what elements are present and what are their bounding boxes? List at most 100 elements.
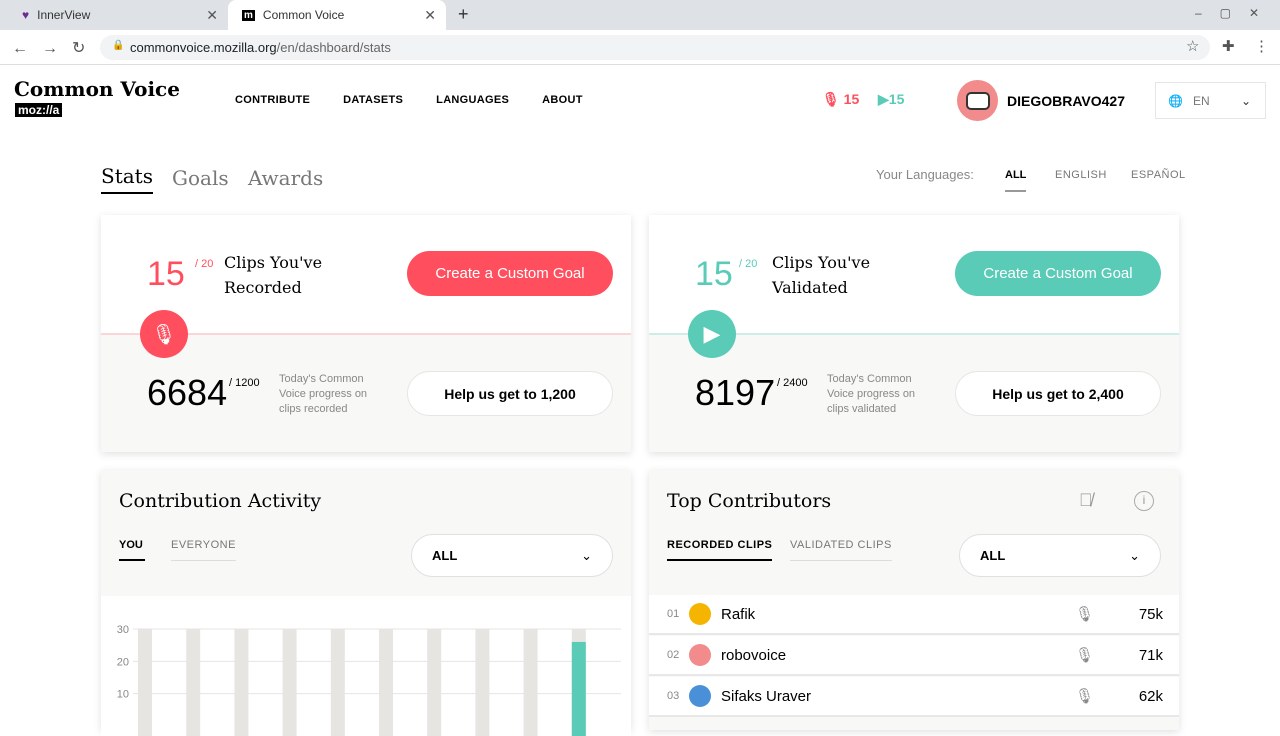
select-value: ALL <box>980 548 1006 563</box>
mic-icon: 🎙 <box>1074 688 1094 705</box>
validated-count: ▶15 <box>878 91 904 108</box>
tab-innerview[interactable]: ♥ InnerView ✕ <box>8 0 228 30</box>
contributor-row[interactable]: 01 Rafik 🎙 75k <box>649 595 1179 635</box>
extensions-icon[interactable]: ✚ <box>1222 37 1235 55</box>
y-tick-label: 10 <box>117 689 129 701</box>
info-icon[interactable]: i <box>1134 491 1154 511</box>
create-goal-button[interactable]: Create a Custom Goal <box>407 251 613 296</box>
avatar <box>689 644 711 666</box>
activity-title: Contribution Activity <box>119 490 322 512</box>
select-value: ALL <box>432 548 458 563</box>
bar <box>571 641 586 736</box>
language-select[interactable]: 🌐 EN ⌄ <box>1155 82 1266 119</box>
tab-everyone[interactable]: EVERYONE <box>171 539 236 561</box>
y-tick-label: 30 <box>117 624 129 636</box>
activity-card: Contribution Activity YOU EVERYONE ALL ⌄ … <box>101 470 631 736</box>
avatar <box>689 685 711 707</box>
rank: 03 <box>667 690 680 702</box>
activity-select[interactable]: ALL ⌄ <box>411 534 613 577</box>
mic-icon: 🎙 <box>1074 647 1094 664</box>
play-icon[interactable]: ▶ <box>688 310 736 358</box>
recorded-count-value: 15 <box>843 91 860 107</box>
validated-personal-goal: / 20 <box>739 258 758 270</box>
nav-buttons[interactable]: ←→↻ <box>12 38 99 58</box>
contributor-count: 71k <box>1138 646 1163 664</box>
contributor-name: Rafik <box>721 605 756 623</box>
label-line: Validated <box>772 278 848 297</box>
url-host: commonvoice.mozilla.org <box>130 40 277 55</box>
mozilla-icon: m <box>242 9 255 21</box>
menu-icon[interactable]: ⋮ <box>1254 37 1269 55</box>
tab-goals[interactable]: Goals <box>172 166 229 190</box>
tab-recorded-clips[interactable]: RECORDED CLIPS <box>667 539 773 561</box>
contributor-name: robovoice <box>721 646 787 664</box>
recorded-today-goal: / 1200 <box>229 377 260 389</box>
nav-contribute[interactable]: CONTRIBUTE <box>235 94 310 106</box>
validated-today-count: 8197 <box>695 372 776 413</box>
help-button[interactable]: Help us get to 2,400 <box>955 371 1161 416</box>
validated-label: Clips You've Validated <box>772 250 870 300</box>
avatar[interactable] <box>957 80 998 121</box>
logo[interactable]: Common Voice <box>14 77 180 101</box>
tab-label: Common Voice <box>262 8 345 22</box>
validated-desc: Today's Common Voice progress on clips v… <box>827 373 916 415</box>
language-english[interactable]: ENGLISH <box>1055 169 1107 181</box>
tab-awards[interactable]: Awards <box>248 166 323 190</box>
languages-label: Your Languages: <box>876 167 974 182</box>
chevron-down-icon: ⌄ <box>1240 93 1251 108</box>
language-espanol[interactable]: ESPAÑOL <box>1131 169 1186 181</box>
tab-validated-clips[interactable]: VALIDATED CLIPS <box>790 539 892 561</box>
tab-you[interactable]: YOU <box>119 539 145 561</box>
contributor-row[interactable]: 03 Sifaks Uraver 🎙 62k <box>649 677 1179 717</box>
tab-label: InnerView <box>37 8 91 22</box>
mic-icon: 🎙 <box>822 91 840 107</box>
innerview-icon: ♥ <box>22 8 30 22</box>
help-button[interactable]: Help us get to 1,200 <box>407 371 613 416</box>
nav-languages[interactable]: LANGUAGES <box>436 94 509 106</box>
close-icon[interactable]: ✕ <box>424 7 436 24</box>
label-line: Clips You've <box>224 253 323 272</box>
nav-datasets[interactable]: DATASETS <box>343 94 403 106</box>
lock-icon: 🔒 <box>112 40 125 51</box>
mic-icon[interactable]: 🎙 <box>140 310 188 358</box>
label-line: Recorded <box>224 278 302 297</box>
new-tab-icon[interactable]: + <box>458 4 469 25</box>
contributor-row[interactable]: 02 robovoice 🎙 71k <box>649 636 1179 676</box>
username[interactable]: DIEGOBRAVO427 <box>1007 93 1125 109</box>
play-icon: ▶ <box>878 91 889 107</box>
language-value: EN <box>1192 93 1210 108</box>
hide-icon[interactable]: 👁̸ <box>1079 490 1093 511</box>
recorded-personal-count: 15 <box>147 255 185 293</box>
tab-common-voice[interactable]: m Common Voice ✕ <box>228 0 446 30</box>
chevron-down-icon: ⌄ <box>1129 547 1140 563</box>
window-controls[interactable]: –▢✕ <box>1195 6 1277 20</box>
avatar <box>689 603 711 625</box>
url-input[interactable]: commonvoice.mozilla.org/en/dashboard/sta… <box>100 35 1210 60</box>
globe-icon: 🌐 <box>1168 93 1183 108</box>
recorded-card: 15 / 20 Clips You've Recorded Create a Cu… <box>101 215 631 452</box>
nav-about[interactable]: ABOUT <box>542 94 583 106</box>
recorded-label: Clips You've Recorded <box>224 250 322 300</box>
recorded-personal-goal: / 20 <box>195 258 214 270</box>
recorded-today-count: 6684 <box>147 372 228 413</box>
url-path: /en/dashboard/stats <box>276 40 391 55</box>
mozilla-logo[interactable]: moz://a <box>15 103 63 117</box>
validated-count-value: 15 <box>888 91 905 107</box>
recorded-count: 🎙 15 <box>822 91 859 108</box>
rank: 02 <box>667 649 680 661</box>
y-tick-label: 20 <box>117 656 129 668</box>
star-icon[interactable]: ☆ <box>1186 37 1199 55</box>
validated-card: 15 / 20 Clips You've Validated Create a C… <box>649 215 1179 452</box>
chevron-down-icon: ⌄ <box>581 547 592 563</box>
language-all[interactable]: ALL <box>1005 169 1027 192</box>
validated-today-goal: / 2400 <box>777 377 808 389</box>
recorded-desc: Today's Common Voice progress on clips r… <box>279 373 368 415</box>
contributors-select[interactable]: ALL ⌄ <box>959 534 1161 577</box>
tab-stats[interactable]: Stats <box>101 164 153 194</box>
close-icon[interactable]: ✕ <box>206 7 218 24</box>
activity-chart: 30 20 10 <box>101 596 631 736</box>
main-nav: CONTRIBUTE DATASETS LANGUAGES ABOUT <box>235 94 583 106</box>
contributor-name: Sifaks Uraver <box>721 687 812 705</box>
create-goal-button[interactable]: Create a Custom Goal <box>955 251 1161 296</box>
mic-icon: 🎙 <box>1074 606 1094 623</box>
